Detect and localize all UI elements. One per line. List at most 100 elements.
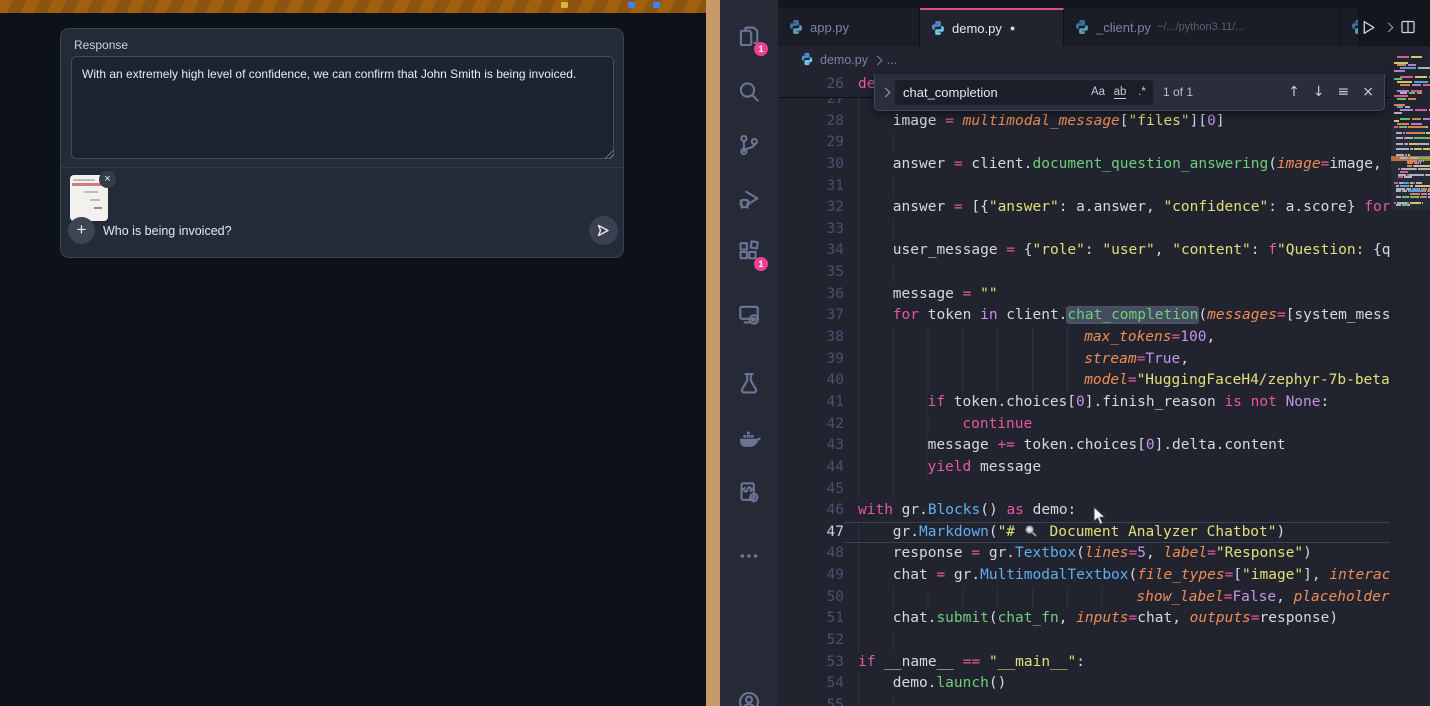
code-line-52[interactable]: 52 xyxy=(778,630,1390,652)
chat-input[interactable]: Who is being invoiced? xyxy=(103,224,232,238)
tab-demo.py[interactable]: demo.py● xyxy=(920,8,1064,46)
code-token: : a.answer, xyxy=(1059,199,1164,215)
code-line-38[interactable]: 38max_tokens=100, xyxy=(778,327,1390,349)
code-line-45[interactable]: 45 xyxy=(778,479,1390,501)
code-token: response xyxy=(893,545,972,561)
code-line-48[interactable]: 48response = gr.Textbox(lines=5, label="… xyxy=(778,543,1390,565)
activity-item-remote-explorer[interactable] xyxy=(720,297,778,331)
code-line-55[interactable]: 55 xyxy=(778,695,1390,706)
indent-guides xyxy=(858,608,893,630)
code-line-37[interactable]: 37for token in client.chat_completion(me… xyxy=(778,305,1390,327)
minimap-line xyxy=(1394,64,1430,66)
indent-guides xyxy=(858,414,962,436)
add-file-button[interactable]: + xyxy=(68,217,95,244)
activity-item-run-debug[interactable] xyxy=(720,182,778,216)
minimap-line xyxy=(1394,154,1430,156)
indent-guides xyxy=(858,392,928,414)
minimap[interactable] xyxy=(1390,46,1430,706)
code-line-32[interactable]: 32answer = [{"answer": a.answer, "confid… xyxy=(778,197,1390,219)
previous-match-button[interactable]: ↑ xyxy=(1288,84,1300,100)
code-token: False xyxy=(1232,589,1276,605)
activity-item-docker[interactable] xyxy=(720,423,778,457)
code-editor[interactable]: 2728image = multimodal_message["files"][… xyxy=(778,74,1430,706)
indent-guides xyxy=(858,111,893,133)
minimap-line xyxy=(1394,106,1430,108)
code-token: 0 xyxy=(1207,113,1216,129)
code-line-44[interactable]: 44yield message xyxy=(778,457,1390,479)
code-line-28[interactable]: 28image = multimodal_message["files"][0] xyxy=(778,111,1390,133)
code-line-51[interactable]: 51chat.submit(chat_fn, inputs=chat, outp… xyxy=(778,608,1390,630)
code-line-50[interactable]: 50show_label=False, placeholder=" xyxy=(778,587,1390,609)
code-token: model xyxy=(1084,372,1128,388)
activity-item-more[interactable] xyxy=(720,539,778,573)
match-case-toggle[interactable]: Aa xyxy=(1087,86,1109,98)
line-number: 35 xyxy=(778,262,858,284)
code-line-43[interactable]: 43message += token.choices[0].delta.cont… xyxy=(778,435,1390,457)
code-token: 5 xyxy=(1137,545,1146,561)
activity-item-explorer[interactable]: 1 xyxy=(720,19,778,53)
code-line-39[interactable]: 39stream=True, xyxy=(778,349,1390,371)
toggle-replace-chevron[interactable] xyxy=(875,83,895,101)
split-editor-button[interactable] xyxy=(1400,19,1416,35)
find-in-selection-button[interactable]: ≡ xyxy=(1338,84,1350,100)
activity-item-api-tools[interactable] xyxy=(720,475,778,509)
code-token: = xyxy=(1128,372,1137,388)
indent-guides xyxy=(858,349,1084,371)
thumb-line xyxy=(84,191,98,193)
run-python-file-button[interactable] xyxy=(1360,19,1377,36)
code-token: placeholder xyxy=(1294,589,1390,605)
accounts-icon xyxy=(737,690,761,706)
next-match-button[interactable]: ↓ xyxy=(1313,84,1325,100)
activity-item-source-control[interactable] xyxy=(720,128,778,162)
breadcrumb-ellipsis[interactable]: ... xyxy=(887,53,897,67)
send-button[interactable] xyxy=(589,216,618,245)
code-token: inputs xyxy=(1076,610,1128,626)
indent-guides xyxy=(858,176,902,198)
code-line-30[interactable]: 30answer = client.document_question_answ… xyxy=(778,154,1390,176)
code-line-34[interactable]: 34user_message = {"role": "user", "conte… xyxy=(778,240,1390,262)
code-line-33[interactable]: 33 xyxy=(778,219,1390,241)
tab-_client.py[interactable]: _client.py~/.../python3.11/... xyxy=(1064,8,1340,46)
run-dropdown-chevron-icon[interactable] xyxy=(1384,22,1394,32)
code-line-53[interactable]: 53if __name__ == "__main__": xyxy=(778,652,1390,674)
resize-handle[interactable] xyxy=(605,150,614,159)
code-line-54[interactable]: 54demo.launch() xyxy=(778,673,1390,695)
remove-attachment-button[interactable]: × xyxy=(99,171,116,188)
minimap-line xyxy=(1394,126,1430,128)
close-find-button[interactable]: × xyxy=(1362,84,1374,100)
minimap-line xyxy=(1394,73,1430,75)
response-textbox[interactable]: With an extremely high level of confiden… xyxy=(71,56,614,159)
code-token: token.choices[ xyxy=(945,394,1076,410)
code-line-35[interactable]: 35 xyxy=(778,262,1390,284)
code-token: __name__ xyxy=(875,654,962,670)
code-line-40[interactable]: 40model="HuggingFaceH4/zephyr-7b-beta xyxy=(778,370,1390,392)
breadcrumb-file[interactable]: demo.py xyxy=(820,53,868,67)
activity-item-accounts[interactable] xyxy=(720,685,778,706)
tab-app.py[interactable]: app.py xyxy=(778,8,920,46)
code-token: "__main__" xyxy=(989,654,1076,670)
activity-item-testing[interactable] xyxy=(720,366,778,400)
activity-item-extensions[interactable]: 1 xyxy=(720,234,778,268)
code-token: client. xyxy=(963,156,1033,172)
code-line-49[interactable]: 49chat = gr.MultimodalTextbox(file_types… xyxy=(778,565,1390,587)
code-line-42[interactable]: 42continue xyxy=(778,414,1390,436)
code-line-31[interactable]: 31 xyxy=(778,176,1390,198)
breadcrumb[interactable]: demo.py ... xyxy=(778,46,1390,74)
find-input[interactable] xyxy=(895,84,1087,101)
code-line-41[interactable]: 41if token.choices[0].finish_reason is n… xyxy=(778,392,1390,414)
code-token: demo. xyxy=(893,675,937,691)
code-token: gr. xyxy=(980,545,1015,561)
activity-item-search[interactable] xyxy=(720,75,778,109)
code-line-46[interactable]: 46with gr.Blocks() as demo: xyxy=(778,500,1390,522)
find-input-box[interactable]: Aa ab .* xyxy=(895,80,1153,105)
tab-bar: app.pydemo.py●_client.py~/.../python3.11… xyxy=(778,0,1430,46)
minimap-line xyxy=(1394,78,1430,80)
whole-word-toggle[interactable]: ab xyxy=(1109,86,1131,98)
code-token: ) xyxy=(1303,545,1312,561)
code-line-36[interactable]: 36message = "" xyxy=(778,284,1390,306)
minimap-line xyxy=(1394,67,1430,69)
regex-toggle[interactable]: .* xyxy=(1131,86,1153,98)
code-line-47[interactable]: 47gr.Markdown("# Document Analyzer Chatb… xyxy=(778,522,1390,544)
modified-dot-icon: ● xyxy=(1010,23,1015,33)
code-line-29[interactable]: 29 xyxy=(778,132,1390,154)
